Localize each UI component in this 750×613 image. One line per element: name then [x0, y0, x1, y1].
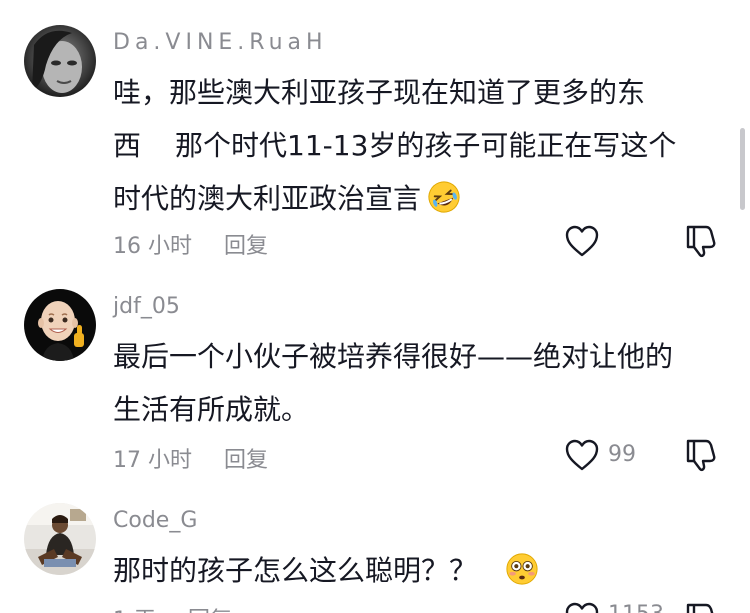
reply-button[interactable]: 回复	[224, 448, 268, 473]
comment-timestamp: 17 小时	[113, 448, 192, 473]
reply-button[interactable]: 回复	[188, 608, 232, 613]
thumbs-down-outline-icon[interactable]	[684, 600, 720, 613]
flushed-face-emoji-icon	[506, 553, 538, 585]
comment-text-line: 那时的孩子怎么这么聪明？？	[113, 554, 478, 587]
comment-text-line: 生活有所成就。	[113, 393, 310, 426]
comment-text-line: 那个时代11-13岁的孩子可能正在写这个	[175, 129, 677, 162]
comment-text-line: 最后一个小伙子被培养得很好——绝对让他的	[113, 340, 674, 373]
comment-timestamp: 16 小时	[113, 234, 192, 259]
comment-timestamp: 1 天	[113, 608, 156, 613]
comment-text-line: 时代的澳大利亚政治宣言	[113, 182, 422, 215]
like-count: 99	[608, 442, 636, 467]
scrollbar[interactable]	[740, 128, 745, 210]
comment-username[interactable]: Code_G	[113, 508, 197, 533]
like-count: 1153	[608, 602, 664, 613]
comment-text: 那时的孩子怎么这么聪明？？	[113, 544, 713, 597]
comment-text-line: 哇，那些澳大利亚孩子现在知道了更多的东	[113, 76, 646, 109]
avatar[interactable]	[24, 25, 96, 97]
comment-meta: 16 小时 回复	[113, 228, 268, 260]
reply-button[interactable]: 回复	[224, 234, 268, 259]
comment-username[interactable]: Da.VINE.RuaH	[113, 30, 328, 55]
comment-text-line: 西	[113, 129, 142, 162]
avatar[interactable]	[24, 503, 96, 575]
comment-list: Da.VINE.RuaH 哇，那些澳大利亚孩子现在知道了更多的东 西那个时代11…	[0, 0, 750, 613]
heart-outline-icon[interactable]	[564, 438, 600, 472]
thumbs-down-outline-icon[interactable]	[684, 436, 720, 472]
comment-username[interactable]: jdf_05	[113, 294, 180, 319]
comment-meta: 1 天 回复	[113, 602, 232, 613]
comment-text: 最后一个小伙子被培养得很好——绝对让他的 生活有所成就。	[113, 330, 713, 436]
thumbs-down-outline-icon[interactable]	[684, 222, 720, 258]
heart-outline-icon[interactable]	[564, 601, 600, 613]
avatar[interactable]	[24, 289, 96, 361]
comment-text: 哇，那些澳大利亚孩子现在知道了更多的东 西那个时代11-13岁的孩子可能正在写这…	[113, 66, 713, 225]
heart-outline-icon[interactable]	[564, 224, 600, 258]
rolling-on-floor-laughing-emoji-icon	[428, 181, 460, 213]
comment-meta: 17 小时 回复	[113, 442, 268, 474]
